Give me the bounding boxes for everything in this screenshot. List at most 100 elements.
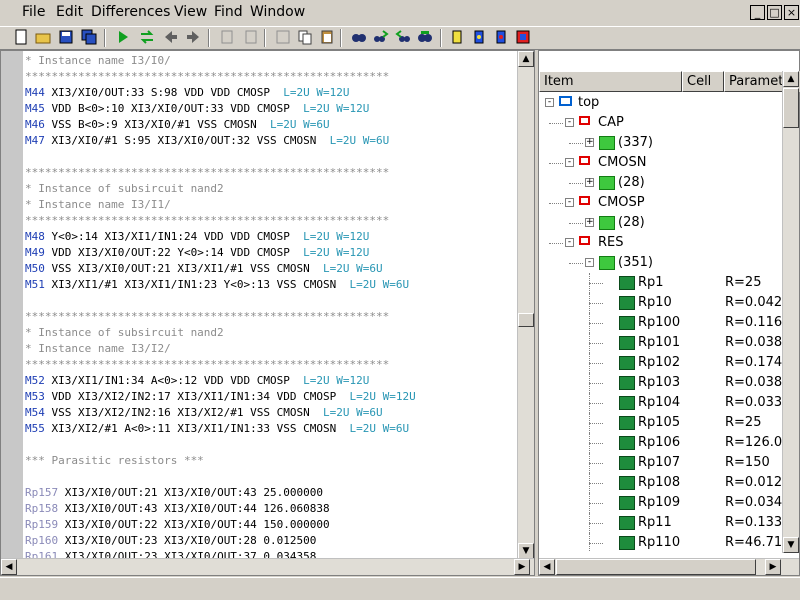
find-prev-icon[interactable] [394,29,412,47]
expand-toggle[interactable]: + [585,178,594,187]
restore-button[interactable]: □ [767,5,782,20]
tree-item-label[interactable]: Rp10 [638,293,672,313]
menu-view[interactable]: View [174,4,207,20]
collapse-toggle[interactable]: - [565,158,574,167]
back-arrow-icon[interactable] [162,29,180,47]
tree-item-label[interactable]: Rp11 [638,513,672,533]
device-icon[interactable] [448,29,466,47]
tree-item-label[interactable]: Rp104 [638,393,680,413]
menu-window[interactable]: Window [250,4,305,20]
edit-alt-icon[interactable] [242,29,260,47]
column-cell[interactable]: Cell [682,71,724,92]
tree-item-label[interactable]: Rp107 [638,453,680,473]
collapse-toggle[interactable]: - [565,118,574,127]
tree-scroll-right-button[interactable]: ▶ [765,559,781,575]
cut-icon[interactable] [274,29,292,47]
scroll-left-button[interactable]: ◀ [1,559,17,575]
tree-horizontal-scrollbar[interactable]: ◀ ▶ [539,558,799,575]
open-file-icon[interactable] [34,29,52,47]
tree-item-label[interactable]: top [578,93,599,113]
device-alt-icon[interactable] [470,29,488,47]
netlist-text[interactable]: * Instance name I3/I0/ ******************… [25,53,515,559]
run-icon[interactable] [114,29,132,47]
compare-icon[interactable] [138,29,156,47]
expand-toggle[interactable]: + [585,138,594,147]
code-comment: * Instance name I3/I1/ [25,198,171,211]
tree-item-label[interactable]: Rp106 [638,433,680,453]
forward-arrow-icon[interactable] [184,29,202,47]
tree-connector [589,473,590,493]
tree-item-label[interactable]: CMOSP [598,193,645,213]
tree-item-label[interactable]: CMOSN [598,153,647,173]
element-nodes: VSS XI3/XI0/OUT:21 XI3/XI1/#1 VSS CMOSN [44,262,324,275]
settings-icon[interactable] [514,29,532,47]
collapse-toggle[interactable]: - [565,198,574,207]
element-params: L=2U W=12U [303,374,370,387]
element-nodes: VSS B<0>:9 XI3/XI0/#1 VSS CMOSN [44,118,271,131]
toolbar-separator [208,29,210,47]
expand-toggle[interactable]: + [585,218,594,227]
find-next-icon[interactable] [372,29,390,47]
tree-item-label[interactable]: Rp105 [638,413,680,433]
new-file-icon[interactable] [12,29,30,47]
save-all-icon[interactable] [80,29,98,47]
collapse-toggle[interactable]: - [585,258,594,267]
code-line: M52 XI3/XI1/IN1:34 A<0>:12 VDD VDD CMOSP… [25,373,515,389]
vertical-scrollbar[interactable]: ▲ ▼ [517,51,534,559]
tree-item-label[interactable]: (28) [618,173,645,193]
menu-file[interactable]: File [22,4,45,20]
tree-scroll-thumb[interactable] [783,88,799,128]
tree-item-label[interactable]: (28) [618,213,645,233]
tree-connector [549,123,563,124]
device-alt2-icon[interactable] [492,29,510,47]
element-name: M54 [25,406,45,419]
collapse-toggle[interactable]: - [565,238,574,247]
tree-scroll-up-button[interactable]: ▲ [783,71,799,87]
find-all-icon[interactable] [416,29,434,47]
tree-scroll-left-button[interactable]: ◀ [539,559,555,575]
minimize-button[interactable]: _ [750,5,765,20]
tree-item-label[interactable]: Rp108 [638,473,680,493]
find-icon[interactable] [350,29,368,47]
collapse-toggle[interactable]: - [545,98,554,107]
scroll-right-button[interactable]: ▶ [514,559,530,575]
cell-type-icon [579,196,590,205]
column-parameters[interactable]: Paramet [724,71,784,92]
copy-icon[interactable] [296,29,314,47]
scroll-up-button[interactable]: ▲ [518,51,534,67]
netlist-pane[interactable]: * Instance name I3/I0/ ******************… [0,50,535,576]
paste-icon[interactable] [318,29,336,47]
tree-item-parameter: R=0.012 [725,475,783,490]
tree-item-label[interactable]: Rp100 [638,313,680,333]
code-line: * Instance of subsircuit nand2 [25,181,515,197]
tree-item-label[interactable]: Rp109 [638,493,680,513]
menu-edit[interactable]: Edit [56,4,83,20]
scroll-thumb[interactable] [518,313,534,327]
close-button[interactable]: × [784,5,799,20]
code-line: ****************************************… [25,165,515,181]
element-name: M49 [25,246,45,259]
tree-item-label[interactable]: Rp1 [638,273,664,293]
horizontal-scrollbar[interactable]: ◀ ▶ [1,558,534,575]
tree-view[interactable]: - top - CAP + (337) - CMOSN + (28) - CMOSP + (28) - RES… [539,93,784,551]
menu-find[interactable]: Find [214,4,243,20]
save-icon[interactable] [57,29,75,47]
tree-item-label[interactable]: (351) [618,253,653,273]
resistor-instance-icon [619,496,635,510]
tree-scroll-down-button[interactable]: ▼ [783,537,799,553]
column-item[interactable]: Item [539,71,682,92]
tree-hscroll-thumb[interactable] [556,559,756,575]
tree-item-label[interactable]: RES [598,233,624,253]
edit-icon[interactable] [218,29,236,47]
tree-item-label[interactable]: Rp103 [638,373,680,393]
code-line: Rp158 XI3/XI0/OUT:43 XI3/XI0/OUT:44 126.… [25,501,515,517]
tree-item-label[interactable]: Rp101 [638,333,680,353]
tree-vertical-scrollbar[interactable]: ▲ ▼ [782,71,799,553]
tree-item-label[interactable]: CAP [598,113,624,133]
tree-item-label[interactable]: Rp110 [638,533,680,551]
tree-item-label[interactable]: (337) [618,133,653,153]
menu-differences[interactable]: Differences [91,4,170,20]
scroll-down-button[interactable]: ▼ [518,543,534,559]
element-params: L=2U W=6U [323,406,383,419]
tree-item-label[interactable]: Rp102 [638,353,680,373]
